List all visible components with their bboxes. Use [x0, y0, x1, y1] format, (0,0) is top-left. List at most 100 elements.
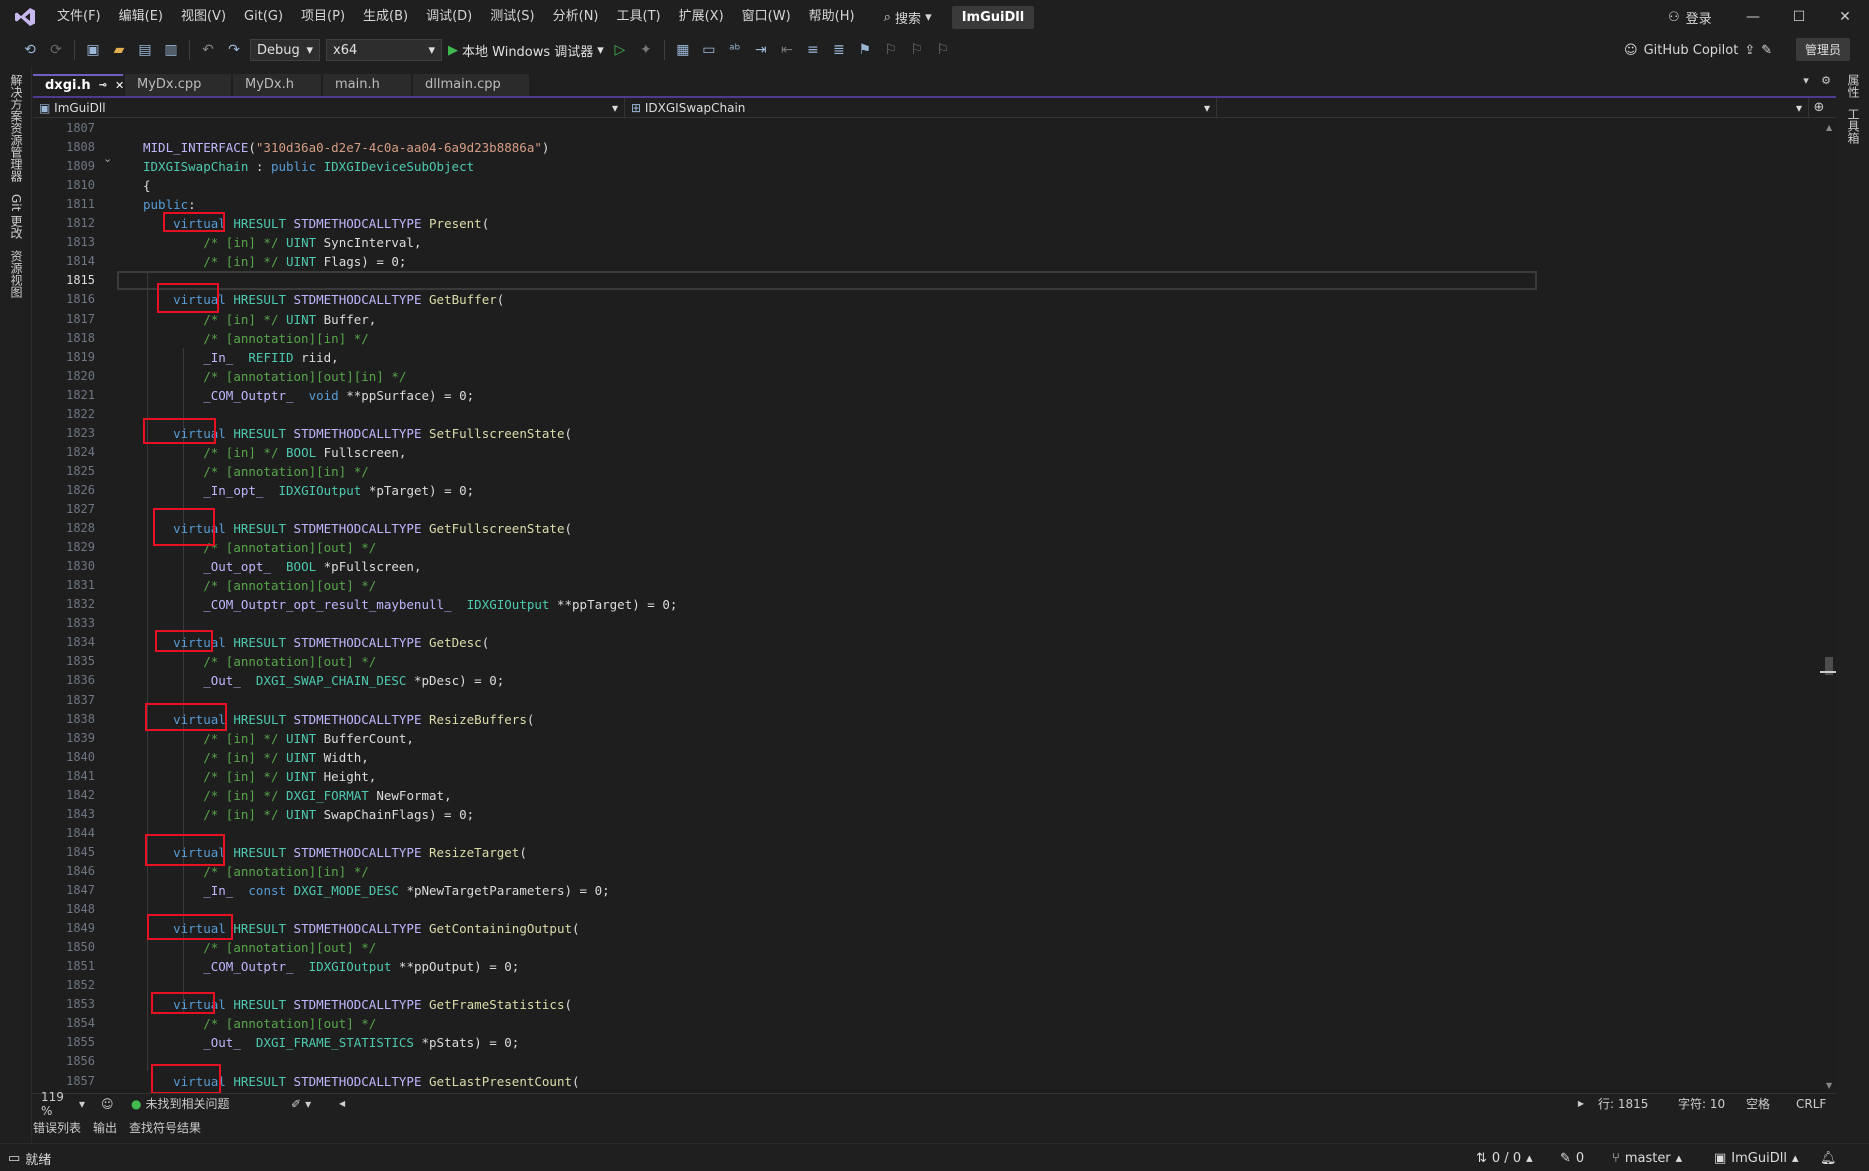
forward-icon[interactable]: ⟳ — [46, 40, 66, 60]
menu-extensions[interactable]: 扩展(X) — [670, 0, 733, 34]
vertical-scrollbar[interactable]: ▲ ▼ — [1820, 119, 1836, 1093]
code-line[interactable]: /* [annotation][out] */ — [143, 938, 376, 957]
save-all-icon[interactable]: ▥ — [161, 40, 181, 60]
notifications-bell-icon[interactable]: 🔔︎ — [1820, 1144, 1837, 1171]
column-indicator[interactable]: 字符: 10 — [1670, 1095, 1738, 1112]
code-line[interactable]: _Out_opt_ BOOL *pFullscreen, — [143, 557, 421, 576]
spellcheck-icon[interactable]: ᵃᵇ — [725, 40, 745, 60]
code-line[interactable]: /* [annotation][in] */ — [143, 462, 369, 481]
github-copilot-button[interactable]: ☺ GitHub Copilot ⇪ ✎ — [1624, 34, 1772, 66]
close-button[interactable]: ✕ — [1822, 0, 1868, 34]
code-line[interactable]: MIDL_INTERFACE("310d36a0-d2e7-4c0a-aa04-… — [143, 138, 549, 157]
tab-mydx-cpp[interactable]: MyDx.cpp — [125, 74, 231, 96]
new-project-icon[interactable]: ▣ — [83, 40, 103, 60]
split-window-icon[interactable]: ⊕ — [1809, 100, 1829, 115]
save-icon[interactable]: ▤ — [135, 40, 155, 60]
hot-reload-icon[interactable]: ✦ — [636, 40, 656, 60]
code-line[interactable]: _COM_Outptr_opt_result_maybenull_ IDXGIO… — [143, 595, 677, 614]
solution-explorer-tab[interactable]: 解决方案资源管理器 — [8, 74, 25, 182]
tab-find-symbol-results[interactable]: 查找符号结果 — [129, 1119, 201, 1136]
menu-build[interactable]: 生成(B) — [354, 0, 417, 34]
git-changes-tab[interactable]: Git 更改 — [8, 194, 25, 239]
member-dropdown[interactable]: ▾ — [1217, 97, 1809, 118]
menu-edit[interactable]: 编辑(E) — [110, 0, 172, 34]
redo-icon[interactable]: ↷ — [224, 40, 244, 60]
menu-help[interactable]: 帮助(H) — [800, 0, 864, 34]
scroll-down-arrow-icon[interactable]: ▼ — [1826, 1081, 1832, 1090]
resource-view-tab[interactable]: 资源视图 — [8, 250, 25, 298]
pending-edits-indicator[interactable]: ✎ 0 — [1560, 1144, 1584, 1171]
clear-bookmarks-icon[interactable]: ⚐ — [933, 40, 953, 60]
code-line[interactable]: /* [annotation][out] */ — [143, 1014, 376, 1033]
project-dropdown[interactable]: ▣ ImGuiDll ▾ — [33, 97, 625, 118]
code-line[interactable]: IDXGISwapChain : public IDXGIDeviceSubOb… — [143, 157, 474, 176]
tab-error-list[interactable]: 错误列表 — [33, 1119, 81, 1136]
tab-dllmain-cpp[interactable]: dllmain.cpp — [413, 74, 529, 96]
code-line[interactable]: /* [annotation][out] */ — [143, 576, 376, 595]
code-line[interactable]: /* [in] */ BOOL Fullscreen, — [143, 443, 406, 462]
menu-debug[interactable]: 调试(D) — [417, 0, 481, 34]
issues-indicator[interactable]: ● 未找到相关问题 — [123, 1095, 283, 1112]
configuration-select[interactable]: Debug ▾ — [250, 39, 320, 61]
code-line[interactable]: /* [in] */ UINT BufferCount, — [143, 729, 414, 748]
step-icon[interactable]: ⇥ — [751, 40, 771, 60]
line-indicator[interactable]: 行: 1815 — [1590, 1095, 1670, 1112]
tab-output[interactable]: 输出 — [93, 1119, 117, 1136]
line-ending-indicator[interactable]: CRLF — [1788, 1097, 1836, 1111]
outdent-icon[interactable]: ≣ — [829, 40, 849, 60]
code-line[interactable]: /* [annotation][in] */ — [143, 329, 369, 348]
code-line[interactable]: /* [annotation][out][in] */ — [143, 367, 406, 386]
code-line[interactable]: /* [in] */ UINT SwapChainFlags) = 0; — [143, 805, 474, 824]
tab-main-h[interactable]: main.h — [323, 74, 411, 96]
tab-list-dropdown-icon[interactable]: ▾ — [1796, 74, 1816, 96]
minimize-button[interactable]: — — [1730, 0, 1776, 34]
scroll-up-arrow-icon[interactable]: ▲ — [1826, 123, 1832, 132]
search-button[interactable]: ⌕ 搜索 ▾ — [876, 0, 940, 34]
collapse-chevron-icon[interactable]: ⌄ — [103, 152, 112, 165]
menu-test[interactable]: 测试(S) — [481, 0, 543, 34]
code-line[interactable]: { — [143, 176, 151, 195]
horizontal-scrollbar[interactable]: ◀ ▶ — [333, 1099, 1590, 1108]
code-line[interactable]: _Out_ DXGI_SWAP_CHAIN_DESC *pDesc) = 0; — [143, 671, 504, 690]
code-line[interactable]: /* [in] */ UINT SyncInterval, — [143, 233, 421, 252]
undo-icon[interactable]: ↶ — [198, 40, 218, 60]
menu-tools[interactable]: 工具(T) — [608, 0, 670, 34]
close-icon[interactable]: ✕ — [115, 75, 124, 97]
indent-icon[interactable]: ≡ — [803, 40, 823, 60]
properties-tab[interactable]: 属性 — [1845, 74, 1862, 98]
code-line[interactable]: _Out_ DXGI_FRAME_STATISTICS *pStats) = 0… — [143, 1033, 519, 1052]
layout-icon[interactable]: ▭ — [699, 40, 719, 60]
code-line[interactable]: /* [annotation][out] */ — [143, 652, 376, 671]
platform-select[interactable]: x64 ▾ — [326, 39, 442, 61]
back-icon[interactable]: ⟲ — [20, 40, 40, 60]
code-line[interactable]: /* [in] */ UINT Width, — [143, 748, 369, 767]
git-sync-indicator[interactable]: ⇅ 0 / 0 ▴ — [1476, 1144, 1533, 1171]
code-line[interactable]: /* [in] */ DXGI_FORMAT NewFormat, — [143, 786, 451, 805]
next-bookmark-icon[interactable]: ⚐ — [907, 40, 927, 60]
scroll-left-arrow-icon[interactable]: ◀ — [333, 1099, 351, 1108]
code-line[interactable]: /* [in] */ UINT Height, — [143, 767, 376, 786]
start-debugging-button[interactable]: ▶ 本地 Windows 调试器 ▾ — [448, 41, 604, 60]
bookmark-icon[interactable]: ⚑ — [855, 40, 875, 60]
menu-window[interactable]: 窗口(W) — [733, 0, 800, 34]
code-line[interactable]: /* [in] */ UINT Flags) = 0; — [143, 252, 406, 271]
menu-file[interactable]: 文件(F) — [48, 0, 110, 34]
menu-project[interactable]: 项目(P) — [292, 0, 354, 34]
pin-icon[interactable]: ⊸ — [99, 75, 107, 97]
code-line[interactable]: _In_ const DXGI_MODE_DESC *pNewTargetPar… — [143, 881, 609, 900]
code-line[interactable]: _In_opt_ IDXGIOutput *pTarget) = 0; — [143, 481, 474, 500]
prev-bookmark-icon[interactable]: ⚐ — [881, 40, 901, 60]
menu-git[interactable]: Git(G) — [235, 0, 292, 34]
menu-analyze[interactable]: 分析(N) — [544, 0, 608, 34]
code-line[interactable]: _In_ REFIID riid, — [143, 348, 338, 367]
zoom-select[interactable]: 119 % ▾ — [33, 1090, 93, 1118]
scroll-right-arrow-icon[interactable]: ▶ — [1572, 1099, 1590, 1108]
copilot-status-icon[interactable]: ☺ — [93, 1097, 123, 1111]
scope-dropdown[interactable]: ⊞ IDXGISwapChain ▾ — [625, 97, 1217, 118]
tab-mydx-h[interactable]: MyDx.h — [233, 74, 321, 96]
branch-selector[interactable]: ⑂ master ▴ — [1612, 1144, 1682, 1171]
visual-studio-logo-icon[interactable] — [12, 7, 38, 27]
open-folder-icon[interactable]: ▰ — [109, 40, 129, 60]
code-area[interactable]: MIDL_INTERFACE("310d36a0-d2e7-4c0a-aa04-… — [117, 119, 1823, 1093]
step-over-icon[interactable]: ⇤ — [777, 40, 797, 60]
